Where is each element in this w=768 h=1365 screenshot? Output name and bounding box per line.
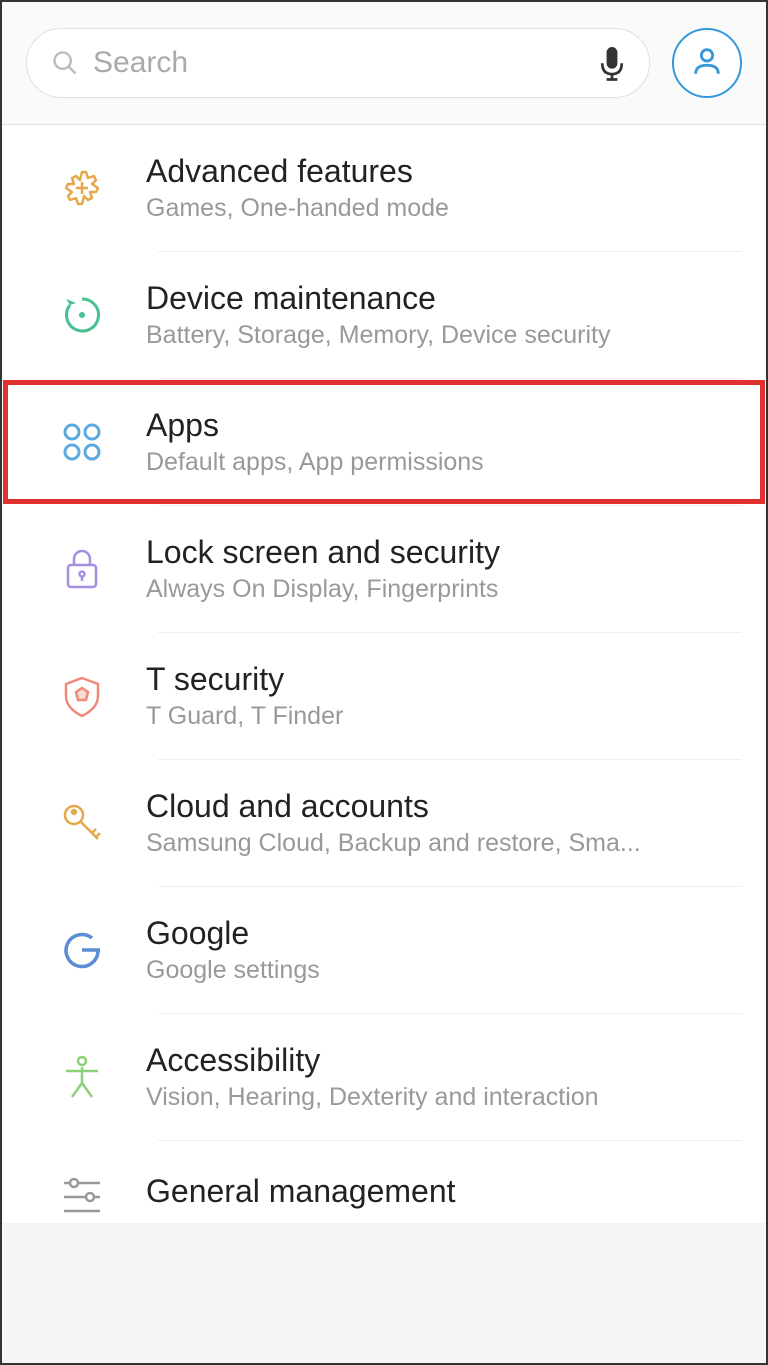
mic-icon[interactable] <box>599 47 625 79</box>
settings-item-advanced-features[interactable]: Advanced features Games, One-handed mode <box>2 125 766 251</box>
item-text: Accessibility Vision, Hearing, Dexterity… <box>146 1042 742 1112</box>
refresh-circle-icon <box>58 291 106 339</box>
gear-plus-icon <box>58 164 106 212</box>
settings-item-cloud-accounts[interactable]: Cloud and accounts Samsung Cloud, Backup… <box>2 760 766 886</box>
item-text: Lock screen and security Always On Displ… <box>146 534 742 604</box>
user-icon <box>690 44 724 83</box>
settings-item-t-security[interactable]: T security T Guard, T Finder <box>2 633 766 759</box>
item-text: Cloud and accounts Samsung Cloud, Backup… <box>146 788 742 858</box>
item-subtitle: Games, One-handed mode <box>146 194 742 223</box>
item-title: Device maintenance <box>146 280 742 317</box>
item-title: Cloud and accounts <box>146 788 742 825</box>
item-text: T security T Guard, T Finder <box>146 661 742 731</box>
settings-item-apps[interactable]: Apps Default apps, App permissions <box>2 379 766 505</box>
settings-item-google[interactable]: Google Google settings <box>2 887 766 1013</box>
settings-item-device-maintenance[interactable]: Device maintenance Battery, Storage, Mem… <box>2 252 766 378</box>
item-subtitle: Samsung Cloud, Backup and restore, Sma..… <box>146 829 742 858</box>
lock-icon <box>58 545 106 593</box>
item-title: T security <box>146 661 742 698</box>
item-subtitle: Always On Display, Fingerprints <box>146 575 742 604</box>
item-title: Lock screen and security <box>146 534 742 571</box>
item-title: Google <box>146 915 742 952</box>
settings-item-lock-screen[interactable]: Lock screen and security Always On Displ… <box>2 506 766 632</box>
item-text: General management <box>146 1173 742 1214</box>
item-subtitle: Battery, Storage, Memory, Device securit… <box>146 321 742 350</box>
item-text: Apps Default apps, App permissions <box>146 407 742 477</box>
item-subtitle: Google settings <box>146 956 742 985</box>
settings-item-accessibility[interactable]: Accessibility Vision, Hearing, Dexterity… <box>2 1014 766 1140</box>
key-icon <box>58 799 106 847</box>
settings-item-general-management[interactable]: General management <box>2 1141 766 1223</box>
item-text: Device maintenance Battery, Storage, Mem… <box>146 280 742 350</box>
item-subtitle: Default apps, App permissions <box>146 448 742 477</box>
item-title: Apps <box>146 407 742 444</box>
sliders-icon <box>58 1169 106 1217</box>
item-text: Google Google settings <box>146 915 742 985</box>
search-bar[interactable] <box>26 28 650 98</box>
item-subtitle: T Guard, T Finder <box>146 702 742 731</box>
item-title: Advanced features <box>146 153 742 190</box>
profile-button[interactable] <box>672 28 742 98</box>
search-icon <box>51 49 79 77</box>
item-title: General management <box>146 1173 742 1210</box>
apps-grid-icon <box>58 418 106 466</box>
item-text: Advanced features Games, One-handed mode <box>146 153 742 223</box>
google-icon <box>58 926 106 974</box>
settings-list: Advanced features Games, One-handed mode… <box>2 125 766 1223</box>
search-input[interactable] <box>93 46 585 80</box>
accessibility-icon <box>58 1053 106 1101</box>
shield-icon <box>58 672 106 720</box>
item-subtitle: Vision, Hearing, Dexterity and interacti… <box>146 1083 742 1112</box>
search-header <box>2 2 766 125</box>
item-title: Accessibility <box>146 1042 742 1079</box>
